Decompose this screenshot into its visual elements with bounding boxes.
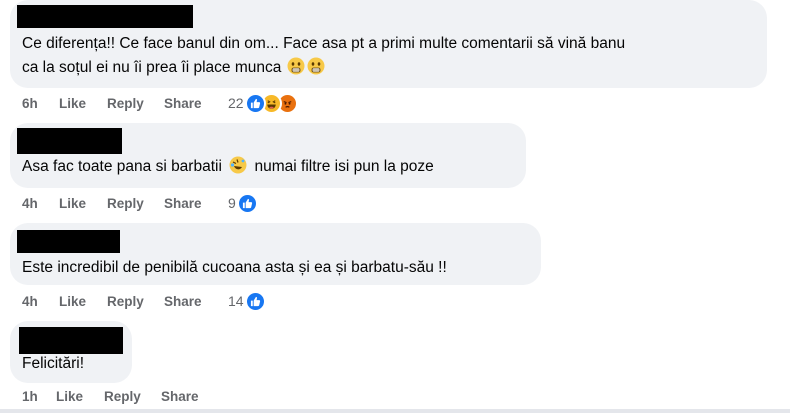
like-button[interactable]: Like bbox=[59, 294, 107, 309]
comment-actions: 4h Like Reply Share bbox=[22, 291, 202, 311]
redacted-author-name bbox=[17, 230, 120, 253]
comment-time[interactable]: 4h bbox=[22, 294, 59, 309]
comment-text: ca la soțul ei nu îi prea îi place munca bbox=[22, 56, 326, 80]
reaction-count: 9 bbox=[228, 195, 236, 211]
reply-button[interactable]: Reply bbox=[104, 389, 161, 404]
redacted-author-name bbox=[17, 128, 122, 154]
reply-button[interactable]: Reply bbox=[107, 196, 164, 211]
like-button[interactable]: Like bbox=[56, 389, 104, 404]
reaction-count: 22 bbox=[228, 95, 244, 111]
reaction-count: 14 bbox=[228, 293, 244, 309]
like-icon bbox=[244, 290, 266, 312]
share-button[interactable]: Share bbox=[164, 96, 202, 111]
comment-actions: 4h Like Reply Share bbox=[22, 193, 202, 213]
reaction-summary[interactable]: 22 bbox=[228, 92, 298, 114]
comment-text: Felicitări! bbox=[22, 355, 85, 372]
reaction-summary[interactable]: 9 bbox=[228, 192, 258, 214]
comment-text: Ce diferența!! Ce face banul din om... F… bbox=[22, 35, 626, 52]
comment-time[interactable]: 1h bbox=[22, 389, 56, 404]
reaction-summary[interactable]: 14 bbox=[228, 290, 266, 312]
fearful-emoji-icon bbox=[287, 57, 305, 75]
reply-button[interactable]: Reply bbox=[107, 294, 164, 309]
like-icon bbox=[236, 192, 258, 214]
comment-actions: 6h Like Reply Share bbox=[22, 93, 202, 113]
like-button[interactable]: Like bbox=[59, 96, 107, 111]
reply-button[interactable]: Reply bbox=[107, 96, 164, 111]
share-button[interactable]: Share bbox=[164, 294, 202, 309]
share-button[interactable]: Share bbox=[161, 389, 199, 404]
rolling-laughing-emoji-icon bbox=[229, 156, 247, 174]
comment-text: Asa fac toate pana si barbatii numai fil… bbox=[22, 156, 434, 175]
fearful-emoji-icon bbox=[307, 57, 325, 75]
redacted-author-name bbox=[17, 5, 193, 28]
comment-text: Este incredibil de penibilă cucoana asta… bbox=[22, 259, 447, 276]
divider bbox=[0, 409, 790, 413]
comment-actions: 1h Like Reply Share bbox=[22, 386, 199, 406]
like-button[interactable]: Like bbox=[59, 196, 107, 211]
share-button[interactable]: Share bbox=[164, 196, 202, 211]
comment-time[interactable]: 6h bbox=[22, 96, 59, 111]
redacted-author-name bbox=[19, 327, 123, 354]
comment-time[interactable]: 4h bbox=[22, 196, 59, 211]
like-icon bbox=[244, 92, 266, 114]
